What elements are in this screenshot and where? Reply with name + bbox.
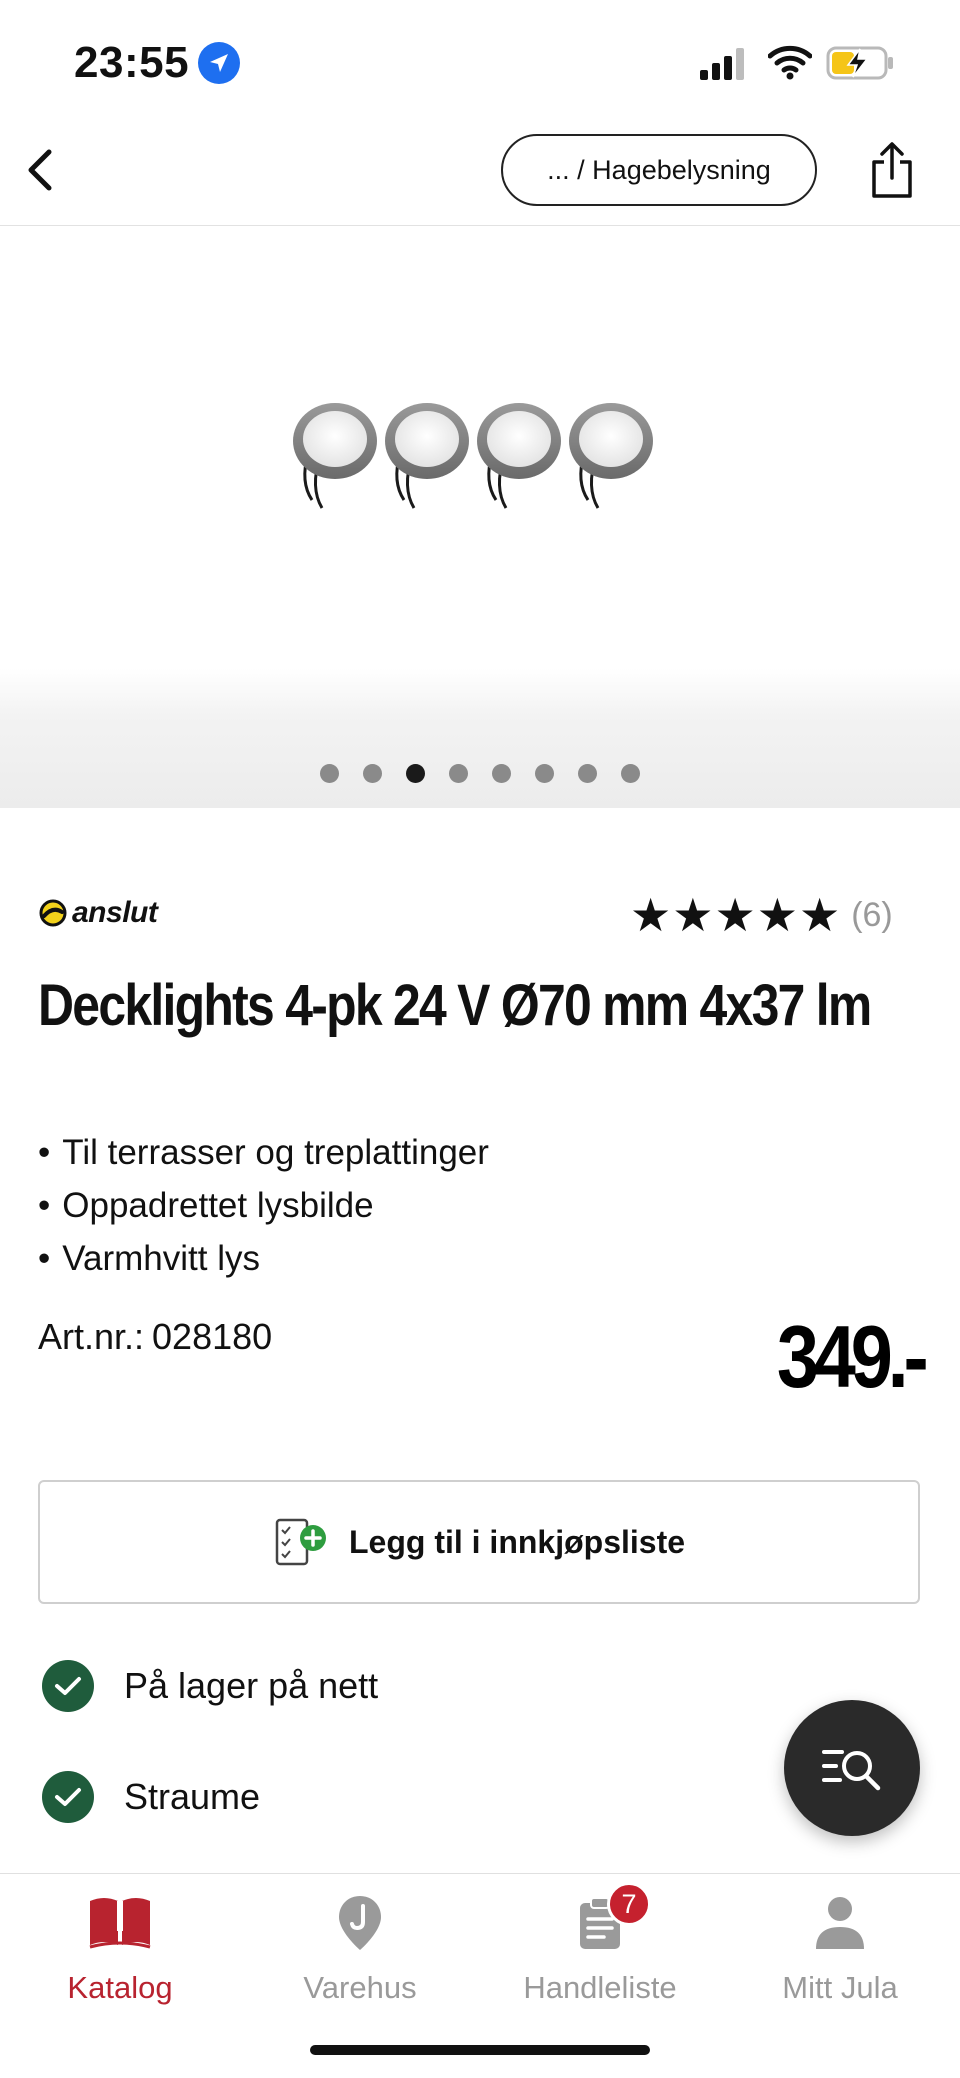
gallery-dot[interactable]: [320, 764, 339, 783]
share-icon: [872, 142, 912, 198]
share-button[interactable]: [862, 138, 922, 204]
chevron-left-icon: [28, 149, 52, 191]
map-pin-icon: [337, 1888, 383, 1958]
product-image: [293, 403, 653, 509]
tab-label: Handleliste: [523, 1970, 677, 2005]
wifi-icon: [767, 44, 813, 85]
stock-status-store[interactable]: Straume: [42, 1771, 260, 1823]
gallery-dot[interactable]: [492, 764, 511, 783]
rating-count: (6): [851, 895, 893, 934]
feature-item: Til terrasser og treplattinger: [38, 1126, 489, 1179]
shopping-list-count-badge: 7: [607, 1882, 651, 1926]
book-icon: [88, 1888, 152, 1958]
gallery-dot-active[interactable]: [406, 764, 425, 783]
tab-handleliste[interactable]: 7 Handleliste: [480, 1882, 720, 2006]
rating-stars: ★★★★★: [630, 889, 842, 941]
gallery-dot[interactable]: [578, 764, 597, 783]
store-name: Straume: [124, 1776, 261, 1817]
stock-status-online: På lager på nett: [42, 1660, 378, 1712]
tab-label: Varehus: [303, 1970, 417, 2005]
gallery-dot[interactable]: [449, 764, 468, 783]
tab-mitt-jula[interactable]: Mitt Jula: [720, 1888, 960, 2006]
feature-item: Varmhvitt lys: [38, 1232, 489, 1285]
check-circle-icon: [42, 1771, 94, 1823]
search-fab-button[interactable]: [784, 1700, 920, 1836]
product-rating[interactable]: ★★★★★ (6): [630, 892, 893, 938]
brand-logo[interactable]: anslut: [38, 896, 158, 930]
battery-charging-icon: [826, 45, 896, 86]
person-icon: [814, 1888, 866, 1958]
clipboard-icon: 7: [577, 1882, 651, 1958]
product-title: Decklights 4-pk 24 V Ø70 mm 4x37 lm: [38, 973, 872, 1038]
brand-name: anslut: [72, 896, 158, 929]
tab-katalog[interactable]: Katalog: [0, 1888, 240, 2006]
add-to-shopping-list-label: Legg til i innkjøpsliste: [348, 1523, 686, 1560]
gallery-dot[interactable]: [621, 764, 640, 783]
article-number-label: Art.nr.:: [38, 1316, 145, 1357]
product-features: Til terrasser og treplattinger Oppadrett…: [38, 1126, 489, 1285]
checklist-add-icon: [275, 1518, 326, 1566]
nav-bar: ... / Hagebelysning: [0, 120, 960, 226]
add-to-shopping-list-button[interactable]: Legg til i innkjøpsliste: [38, 1480, 920, 1604]
check-circle-icon: [42, 1660, 94, 1712]
article-number-value: 028180: [152, 1316, 273, 1357]
search-list-icon: [822, 1750, 881, 1791]
gallery-dot[interactable]: [535, 764, 554, 783]
cellular-signal-icon: [700, 48, 748, 85]
status-bar: 23:55: [0, 0, 960, 120]
back-button[interactable]: [10, 140, 70, 200]
location-arrow-icon: [198, 42, 240, 84]
breadcrumb[interactable]: ... / Hagebelysning: [501, 134, 817, 206]
product-image-gallery[interactable]: [0, 226, 960, 808]
gallery-dot[interactable]: [363, 764, 382, 783]
product-price: 349.-: [777, 1307, 929, 1406]
gallery-pagination: [0, 764, 960, 783]
feature-item: Oppadrettet lysbilde: [38, 1179, 489, 1232]
stock-status-label: På lager på nett: [124, 1665, 379, 1706]
tab-label: Katalog: [67, 1970, 173, 2005]
article-number: Art.nr.: 028180: [38, 1316, 272, 1358]
tab-varehus[interactable]: Varehus: [240, 1888, 480, 2006]
home-indicator[interactable]: [310, 2045, 650, 2055]
tab-label: Mitt Jula: [782, 1970, 898, 2005]
brand-swoosh-icon: [39, 899, 67, 927]
status-time: 23:55: [74, 38, 190, 87]
